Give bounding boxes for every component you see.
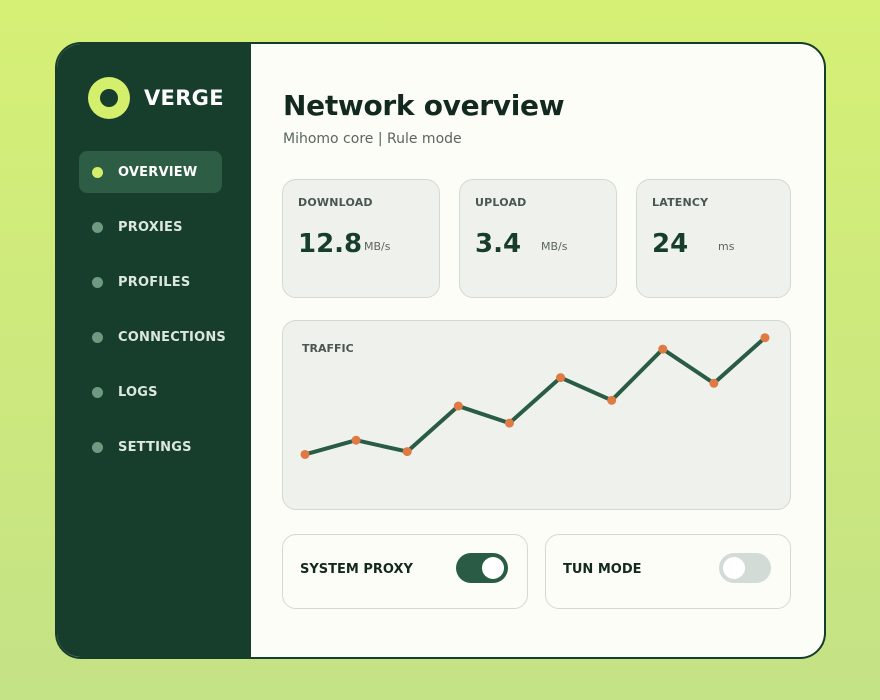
download-unit: MB/s: [364, 240, 391, 253]
page-subtitle: Mihomo core | Rule mode: [283, 131, 462, 147]
sidebar-item-connections[interactable]: CONNECTIONS: [79, 316, 226, 358]
download-card: DOWNLOAD 12.8 MB/s: [282, 179, 440, 298]
nav-dot-icon: [92, 166, 103, 178]
traffic-point-7: [607, 395, 617, 405]
sidebar-item-label: LOGS: [118, 384, 158, 400]
tun-mode-card: TUN MODE: [545, 534, 791, 609]
sidebar-item-label: PROXIES: [118, 219, 183, 235]
upload-label: UPLOAD: [475, 196, 527, 209]
sidebar-item-proxies[interactable]: PROXIES: [79, 206, 222, 248]
nav-dot-icon: [92, 441, 103, 453]
nav-dot-icon: [92, 331, 103, 343]
page-title: Network overview: [283, 89, 565, 122]
nav-dot-icon: [92, 276, 103, 288]
latency-card: LATENCY 24 ms: [636, 179, 791, 298]
switch-knob: [482, 557, 504, 579]
traffic-point-6: [556, 373, 566, 383]
brand: VERGE: [88, 77, 224, 119]
sidebar-item-label: SETTINGS: [118, 439, 192, 455]
latency-label: LATENCY: [652, 196, 709, 209]
latency-value: 24: [652, 229, 689, 259]
sidebar-item-settings[interactable]: SETTINGS: [79, 426, 222, 468]
traffic-point-9: [709, 378, 719, 388]
traffic-point-1: [300, 449, 310, 459]
sidebar-item-profiles[interactable]: PROFILES: [79, 261, 222, 303]
brand-name: VERGE: [144, 86, 224, 110]
traffic-line: [303, 335, 767, 457]
download-value: 12.8: [298, 229, 363, 259]
sidebar-item-logs[interactable]: LOGS: [79, 371, 222, 413]
system-proxy-label: SYSTEM PROXY: [300, 562, 413, 577]
traffic-point-5: [504, 418, 514, 428]
system-proxy-card: SYSTEM PROXY: [282, 534, 528, 609]
sidebar-nav: OVERVIEW PROXIES PROFILES CONNECTIONS LO…: [79, 151, 226, 481]
tun-mode-label: TUN MODE: [563, 562, 642, 577]
switch-knob: [723, 557, 745, 579]
sidebar-item-label: OVERVIEW: [118, 164, 198, 180]
traffic-point-2: [351, 435, 361, 445]
nav-dot-icon: [92, 221, 103, 233]
upload-card: UPLOAD 3.4 MB/s: [459, 179, 617, 298]
traffic-card: TRAFFIC: [282, 320, 791, 510]
sidebar: VERGE OVERVIEW PROXIES PROFILES CONNECTI…: [57, 44, 251, 657]
traffic-point-3: [402, 447, 412, 457]
sidebar-item-overview[interactable]: OVERVIEW: [79, 151, 222, 193]
verge-logo-icon: [88, 77, 130, 119]
latency-unit: ms: [718, 240, 735, 253]
upload-unit: MB/s: [541, 240, 568, 253]
upload-value: 3.4: [475, 229, 522, 259]
traffic-point-4: [453, 401, 463, 411]
download-label: DOWNLOAD: [298, 196, 373, 209]
main-content: Network overview Mihomo core | Rule mode…: [251, 44, 824, 657]
system-proxy-toggle[interactable]: [456, 553, 508, 583]
tun-mode-toggle[interactable]: [719, 553, 771, 583]
traffic-point-8: [658, 344, 668, 354]
sidebar-item-label: CONNECTIONS: [118, 329, 226, 345]
traffic-point-10: [760, 333, 770, 343]
app-window: VERGE OVERVIEW PROXIES PROFILES CONNECTI…: [55, 42, 826, 659]
traffic-chart: [300, 333, 770, 459]
sidebar-item-label: PROFILES: [118, 274, 191, 290]
nav-dot-icon: [92, 386, 103, 398]
